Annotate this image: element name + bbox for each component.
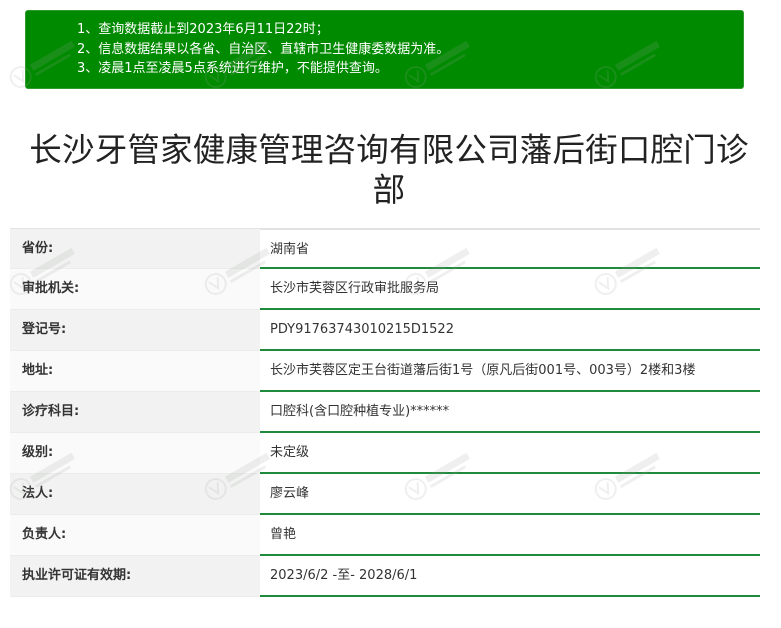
table-row-person-in-charge: 负责人: 曾艳 xyxy=(10,515,760,556)
table-row-treatment-subjects: 诊疗科目: 口腔科(含口腔种植专业)****** xyxy=(10,392,760,433)
approval-authority-label: 审批机关: xyxy=(10,269,260,310)
notice-line-3: 3、凌晨1点至凌晨5点系统进行维护，不能提供查询。 xyxy=(77,61,388,76)
license-validity-value: 2023/6/2 -至- 2028/6/1 xyxy=(260,556,760,597)
table-row-legal-person: 法人: 廖云峰 xyxy=(10,474,760,515)
table-row-level: 级别: 未定级 xyxy=(10,433,760,474)
legal-person-value: 廖云峰 xyxy=(260,474,760,515)
table-row-approval-authority: 审批机关: 长沙市芙蓉区行政审批服务局 xyxy=(10,269,760,310)
table-row-address: 地址: 长沙市芙蓉区定王台街道藩后街1号（原凡后街001号、003号）2楼和3楼 xyxy=(10,351,760,392)
page-title: 长沙牙管家健康管理咨询有限公司藩后街口腔门诊部 xyxy=(29,131,749,209)
province-label: 省份: xyxy=(10,229,260,269)
legal-person-label: 法人: xyxy=(10,474,260,515)
notice-banner: 1、查询数据截止到2023年6月11日22时； 2、信息数据结果以各省、自治区、… xyxy=(25,10,744,89)
person-in-charge-value: 曾艳 xyxy=(260,515,760,556)
notice-line-1: 1、查询数据截止到2023年6月11日22时； xyxy=(77,22,329,37)
table-row-registration-number: 登记号: PDY91763743010215D1522 xyxy=(10,310,760,351)
treatment-subjects-label: 诊疗科目: xyxy=(10,392,260,433)
license-validity-label: 执业许可证有效期: xyxy=(10,556,260,597)
level-value: 未定级 xyxy=(260,433,760,474)
table-row-province: 省份: 湖南省 xyxy=(10,228,760,269)
clinic-info-table: 省份: 湖南省 审批机关: 长沙市芙蓉区行政审批服务局 登记号: PDY9176… xyxy=(10,228,760,597)
level-label: 级别: xyxy=(10,433,260,474)
treatment-subjects-value: 口腔科(含口腔种植专业)****** xyxy=(260,392,760,433)
province-value: 湖南省 xyxy=(260,229,760,269)
person-in-charge-label: 负责人: xyxy=(10,515,260,556)
registration-number-value: PDY91763743010215D1522 xyxy=(260,310,760,351)
approval-authority-value: 长沙市芙蓉区行政审批服务局 xyxy=(260,269,760,310)
address-value: 长沙市芙蓉区定王台街道藩后街1号（原凡后街001号、003号）2楼和3楼 xyxy=(260,351,760,392)
notice-line-2: 2、信息数据结果以各省、自治区、直辖市卫生健康委数据为准。 xyxy=(77,41,450,57)
registration-number-label: 登记号: xyxy=(10,310,260,351)
address-label: 地址: xyxy=(10,351,260,392)
table-row-license-validity: 执业许可证有效期: 2023/6/2 -至- 2028/6/1 xyxy=(10,556,760,597)
